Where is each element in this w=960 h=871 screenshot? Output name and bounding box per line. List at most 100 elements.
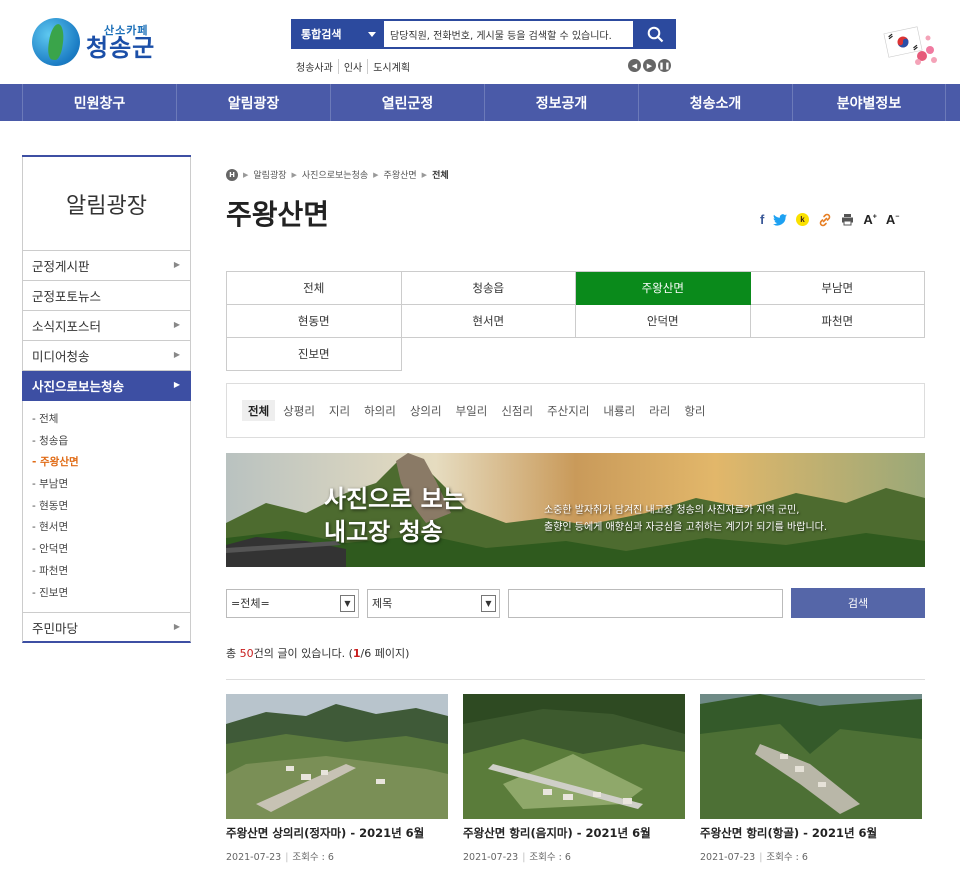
font-decrease-icon[interactable]: A− [886, 212, 899, 227]
village-filter-item[interactable]: 부일리 [450, 400, 494, 421]
sidebar-subitem[interactable]: - 현서면 [32, 517, 190, 539]
search-submit-button[interactable]: 검색 [791, 588, 925, 618]
sidebar-item-active[interactable]: 사진으로보는청송 ▶ [22, 371, 191, 401]
sidebar-subitem[interactable]: - 파천면 [32, 561, 190, 583]
village-filter-item[interactable]: 지리 [323, 400, 356, 421]
gallery-thumbnail[interactable] [700, 694, 922, 819]
logo-title: 청송군 [86, 33, 156, 62]
sidebar-subitem[interactable]: - 안덕면 [32, 539, 190, 561]
breadcrumb-current: 전체 [432, 171, 449, 181]
left-sidebar: 알림광장 군정게시판 ▶ 군정포토뉴스 소식지포스터 ▶ 미디어청송 ▶ 사진으로보는… [22, 155, 191, 644]
facebook-icon[interactable]: f [760, 212, 764, 227]
breadcrumb-item[interactable]: 알림광장 [253, 168, 286, 181]
gallery-thumbnail[interactable] [463, 694, 685, 819]
site-logo[interactable]: 산소카페 청송군 [32, 18, 155, 66]
village-filter-item[interactable]: 신점리 [495, 400, 539, 421]
sidebar-subitem[interactable]: - 전체 [32, 409, 190, 431]
home-icon[interactable]: H [226, 168, 238, 181]
region-tab[interactable]: 부남면 [750, 272, 925, 305]
sidebar-subitem[interactable]: - 현동면 [32, 496, 190, 518]
region-tab[interactable]: 진보면 [227, 338, 402, 371]
main-navigation: 민원창구 알림광장 열린군정 정보공개 청송소개 분야별정보 [0, 84, 960, 121]
sidebar-subitem[interactable]: - 진보면 [32, 583, 190, 605]
quick-link[interactable]: 도시계획 [368, 59, 415, 74]
gallery-card-title[interactable]: 주왕산면 항리(음지마) - 2021년 6월 [463, 825, 685, 841]
village-filter-item[interactable]: 상평리 [277, 400, 321, 421]
gnb-item[interactable]: 알림광장 [176, 84, 330, 121]
gallery-card-title[interactable]: 주왕산면 항리(항골) - 2021년 6월 [700, 825, 922, 841]
village-filter-item[interactable]: 하의리 [358, 400, 402, 421]
village-filter-item[interactable]: 상의리 [404, 400, 448, 421]
banner-title: 사진으로 보는 내고장 청송 [324, 485, 465, 546]
next-icon[interactable]: ▶ [643, 59, 656, 72]
chevron-right-icon: ▶ [173, 260, 180, 269]
village-filter-item[interactable]: 전체 [242, 400, 276, 421]
gallery-card-meta: 2021-07-23 | 조회수 : 6 [463, 852, 571, 863]
twitter-icon[interactable] [773, 213, 788, 226]
gallery-card[interactable]: 주왕산면 항리(음지마) - 2021년 6월 2021-07-23 | 조회수 :… [463, 694, 685, 863]
sidebar-item[interactable]: 군정포토뉴스 [22, 281, 191, 311]
gallery-thumbnail[interactable] [226, 694, 448, 819]
logo-emblem-icon [32, 18, 80, 66]
village-filter-item[interactable]: 주산지리 [541, 400, 595, 421]
field-select[interactable]: 제목 ▼ [367, 588, 500, 618]
region-tab[interactable]: 전체 [227, 272, 402, 305]
gallery-card[interactable]: 주왕산면 상의리(정자마) - 2021년 6월 2021-07-23 | 조회수 … [226, 694, 448, 863]
region-tab[interactable]: 주왕산면 [576, 272, 751, 305]
page-title: 주왕산면 [226, 198, 330, 231]
quick-link[interactable]: 인사 [339, 59, 369, 74]
svg-text:k: k [801, 215, 806, 224]
global-search: 통합검색 담당직원, 전화번호, 게시물 등을 검색할 수 있습니다. [291, 19, 676, 49]
search-icon [647, 26, 664, 42]
keyword-roll-controls: ◀ ▶ ❚❚ [628, 59, 671, 72]
chevron-right-icon: ▶ [173, 350, 180, 359]
region-tab[interactable]: 현서면 [401, 305, 576, 338]
breadcrumb: H ▶ 알림광장 ▶ 사진으로보는청송 ▶ 주왕산면 ▶ 전체 [226, 168, 449, 181]
chevron-down-icon: ▼ [340, 594, 355, 612]
breadcrumb-item[interactable]: 사진으로보는청송 [302, 168, 368, 181]
kakao-icon[interactable]: k [796, 213, 810, 226]
pause-icon[interactable]: ❚❚ [658, 59, 671, 72]
sidebar-subitem[interactable]: - 청송읍 [32, 431, 190, 453]
search-category-select[interactable]: 통합검색 [291, 19, 384, 49]
board-search: =전체= ▼ 제목 ▼ 검색 [226, 588, 925, 618]
search-button[interactable] [635, 19, 676, 49]
keyword-input[interactable] [508, 588, 783, 618]
category-select[interactable]: =전체= ▼ [226, 588, 359, 618]
region-tab[interactable]: 파천면 [750, 305, 925, 338]
breadcrumb-item[interactable]: 주왕산면 [384, 168, 417, 181]
gnb-item[interactable]: 분야별정보 [792, 84, 946, 121]
gnb-item[interactable]: 민원창구 [22, 84, 176, 121]
result-count: 총 50건의 글이 있습니다. (1/6 페이지) [226, 647, 410, 660]
quick-link[interactable]: 청송사과 [296, 59, 339, 74]
gallery-card-meta: 2021-07-23 | 조회수 : 6 [226, 852, 334, 863]
search-input[interactable]: 담당직원, 전화번호, 게시물 등을 검색할 수 있습니다. [384, 19, 635, 49]
region-tab[interactable]: 청송읍 [401, 272, 576, 305]
village-filter: 전체 상평리 지리 하의리 상의리 부일리 신점리 주산지리 내룡리 라리 항리 [226, 383, 925, 438]
gallery-card-meta: 2021-07-23 | 조회수 : 6 [700, 852, 808, 863]
gallery-card[interactable]: 주왕산면 항리(항골) - 2021년 6월 2021-07-23 | 조회수 : … [700, 694, 922, 863]
region-tab[interactable]: 현동면 [227, 305, 402, 338]
print-icon[interactable] [841, 213, 854, 226]
village-filter-item[interactable]: 내룡리 [597, 400, 641, 421]
link-icon[interactable] [818, 213, 832, 227]
divider [226, 679, 925, 680]
gnb-item[interactable]: 정보공개 [484, 84, 638, 121]
sidebar-item[interactable]: 미디어청송 ▶ [22, 341, 191, 371]
sidebar-item[interactable]: 소식지포스터 ▶ [22, 311, 191, 341]
region-tab[interactable]: 안덕면 [576, 305, 751, 338]
chevron-down-icon: ▼ [481, 594, 496, 612]
sidebar-item[interactable]: 군정게시판 ▶ [22, 251, 191, 281]
sidebar-item[interactable]: 주민마당 ▶ [22, 613, 191, 644]
gnb-item[interactable]: 청송소개 [638, 84, 792, 121]
prev-icon[interactable]: ◀ [628, 59, 641, 72]
village-filter-item[interactable]: 항리 [678, 400, 711, 421]
header: 산소카페 청송군 통합검색 담당직원, 전화번호, 게시물 등을 검색할 수 있… [0, 0, 960, 84]
gallery-card-title[interactable]: 주왕산면 상의리(정자마) - 2021년 6월 [226, 825, 448, 841]
sidebar-subitem[interactable]: - 주왕산면 [32, 452, 190, 474]
gnb-item[interactable]: 열린군정 [330, 84, 484, 121]
intro-banner: 사진으로 보는 내고장 청송 소중한 발자취가 담겨진 내고장 청송의 사진자료… [226, 453, 925, 567]
sidebar-subitem[interactable]: - 부남면 [32, 474, 190, 496]
font-increase-icon[interactable]: A+ [863, 212, 876, 227]
village-filter-item[interactable]: 라리 [643, 400, 676, 421]
